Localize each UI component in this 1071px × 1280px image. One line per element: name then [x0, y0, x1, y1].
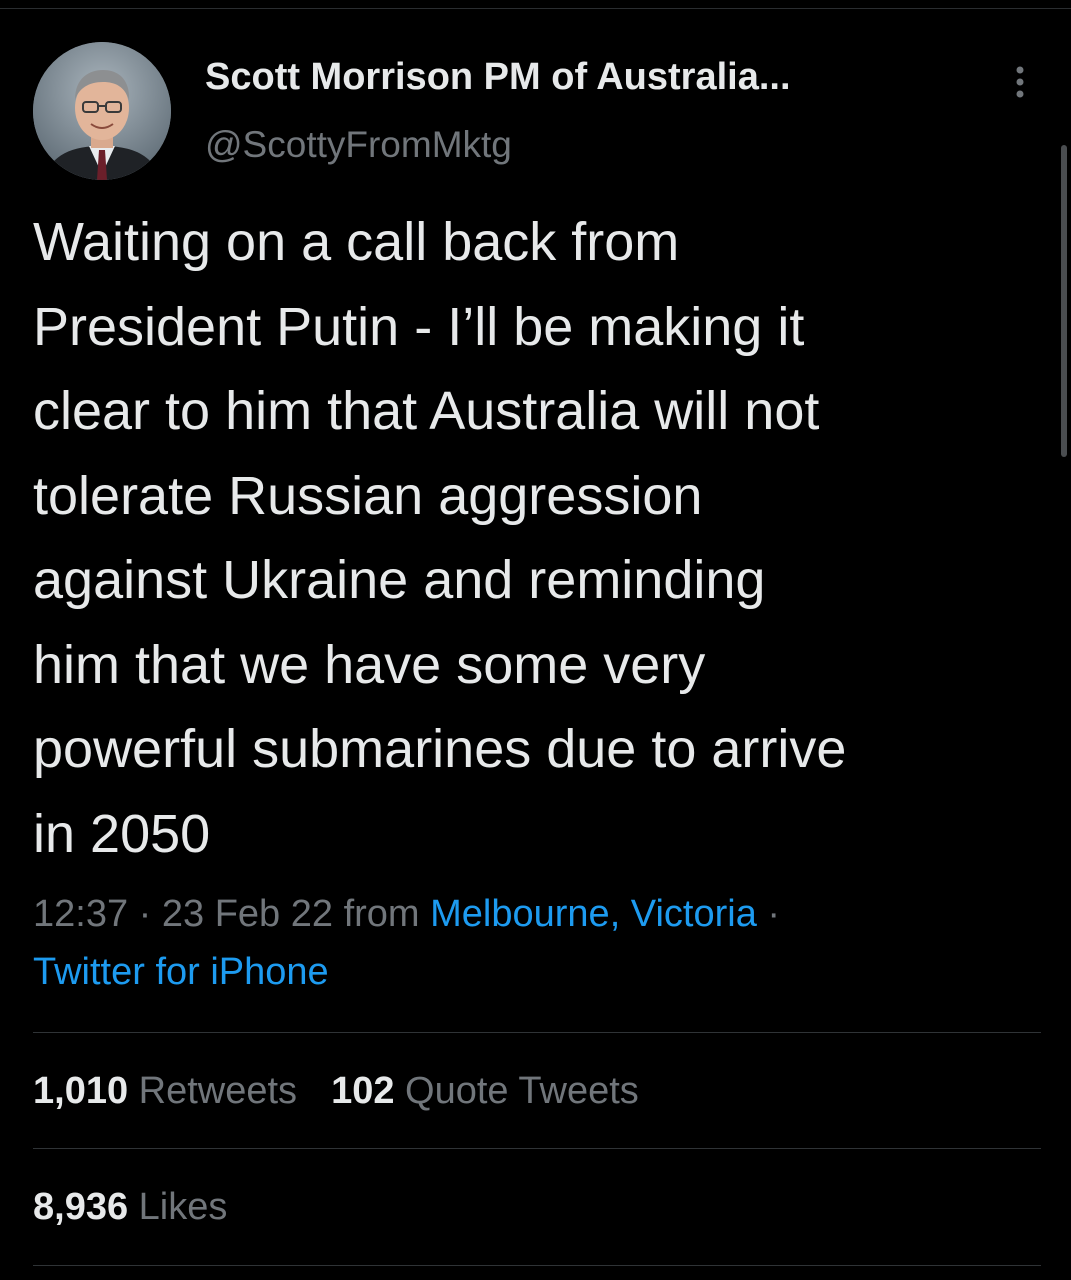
likes-stat[interactable]: 8,936 Likes	[33, 1186, 227, 1228]
tweet-text-line: in 2050	[33, 803, 211, 864]
engagement-stats-row: 1,010 Retweets 102 Quote Tweets	[33, 1070, 639, 1113]
more-vertical-icon[interactable]	[1006, 62, 1034, 102]
meta-separator: ·	[128, 893, 162, 935]
retweets-stat[interactable]: 1,010 Retweets	[33, 1070, 297, 1112]
tweet-metadata: 12:37 · 23 Feb 22 from Melbourne, Victor…	[33, 885, 1043, 1001]
divider	[33, 1265, 1041, 1266]
author-handle[interactable]: @ScottyFromMktg	[205, 124, 512, 166]
quotes-label: Quote Tweets	[405, 1070, 639, 1112]
quote-tweets-stat[interactable]: 102 Quote Tweets	[331, 1070, 639, 1112]
tweet-text-line: powerful submarines due to arrive	[33, 719, 847, 779]
tweet-text-line: against Ukraine and reminding	[33, 550, 766, 610]
top-edge-divider	[0, 0, 1071, 9]
author-name[interactable]: Scott Morrison PM of Australia...	[205, 56, 791, 99]
tweet-text: Waiting on a call back from President Pu…	[33, 200, 1043, 876]
source-link[interactable]: Twitter for iPhone	[33, 951, 329, 993]
location-link[interactable]: Melbourne, Victoria	[430, 893, 757, 935]
retweets-count: 1,010	[33, 1070, 129, 1112]
tweet-text-line: clear to him that Australia will not	[33, 381, 820, 441]
quotes-count: 102	[331, 1070, 395, 1112]
tweet-date[interactable]: 23 Feb 22	[162, 893, 333, 935]
from-label: from	[333, 893, 431, 935]
tweet-text-line: tolerate Russian aggression	[33, 465, 703, 526]
retweets-label: Retweets	[138, 1070, 298, 1112]
tweet-text-line: President Putin - I’ll be making it	[33, 296, 805, 357]
divider	[33, 1032, 1041, 1033]
tweet-time[interactable]: 12:37	[33, 893, 128, 935]
tweet-text-line: him that we have some very	[33, 634, 706, 695]
likes-count: 8,936	[33, 1186, 129, 1228]
scrollbar[interactable]	[1061, 145, 1067, 457]
profile-avatar[interactable]	[33, 42, 171, 180]
meta-separator-trailing: ·	[756, 893, 781, 935]
likes-label: Likes	[138, 1186, 228, 1228]
divider	[33, 1148, 1041, 1149]
tweet-text-line: Waiting on a call back from	[33, 212, 680, 272]
avatar-image	[33, 42, 171, 180]
likes-stat-row: 8,936 Likes	[33, 1186, 227, 1229]
